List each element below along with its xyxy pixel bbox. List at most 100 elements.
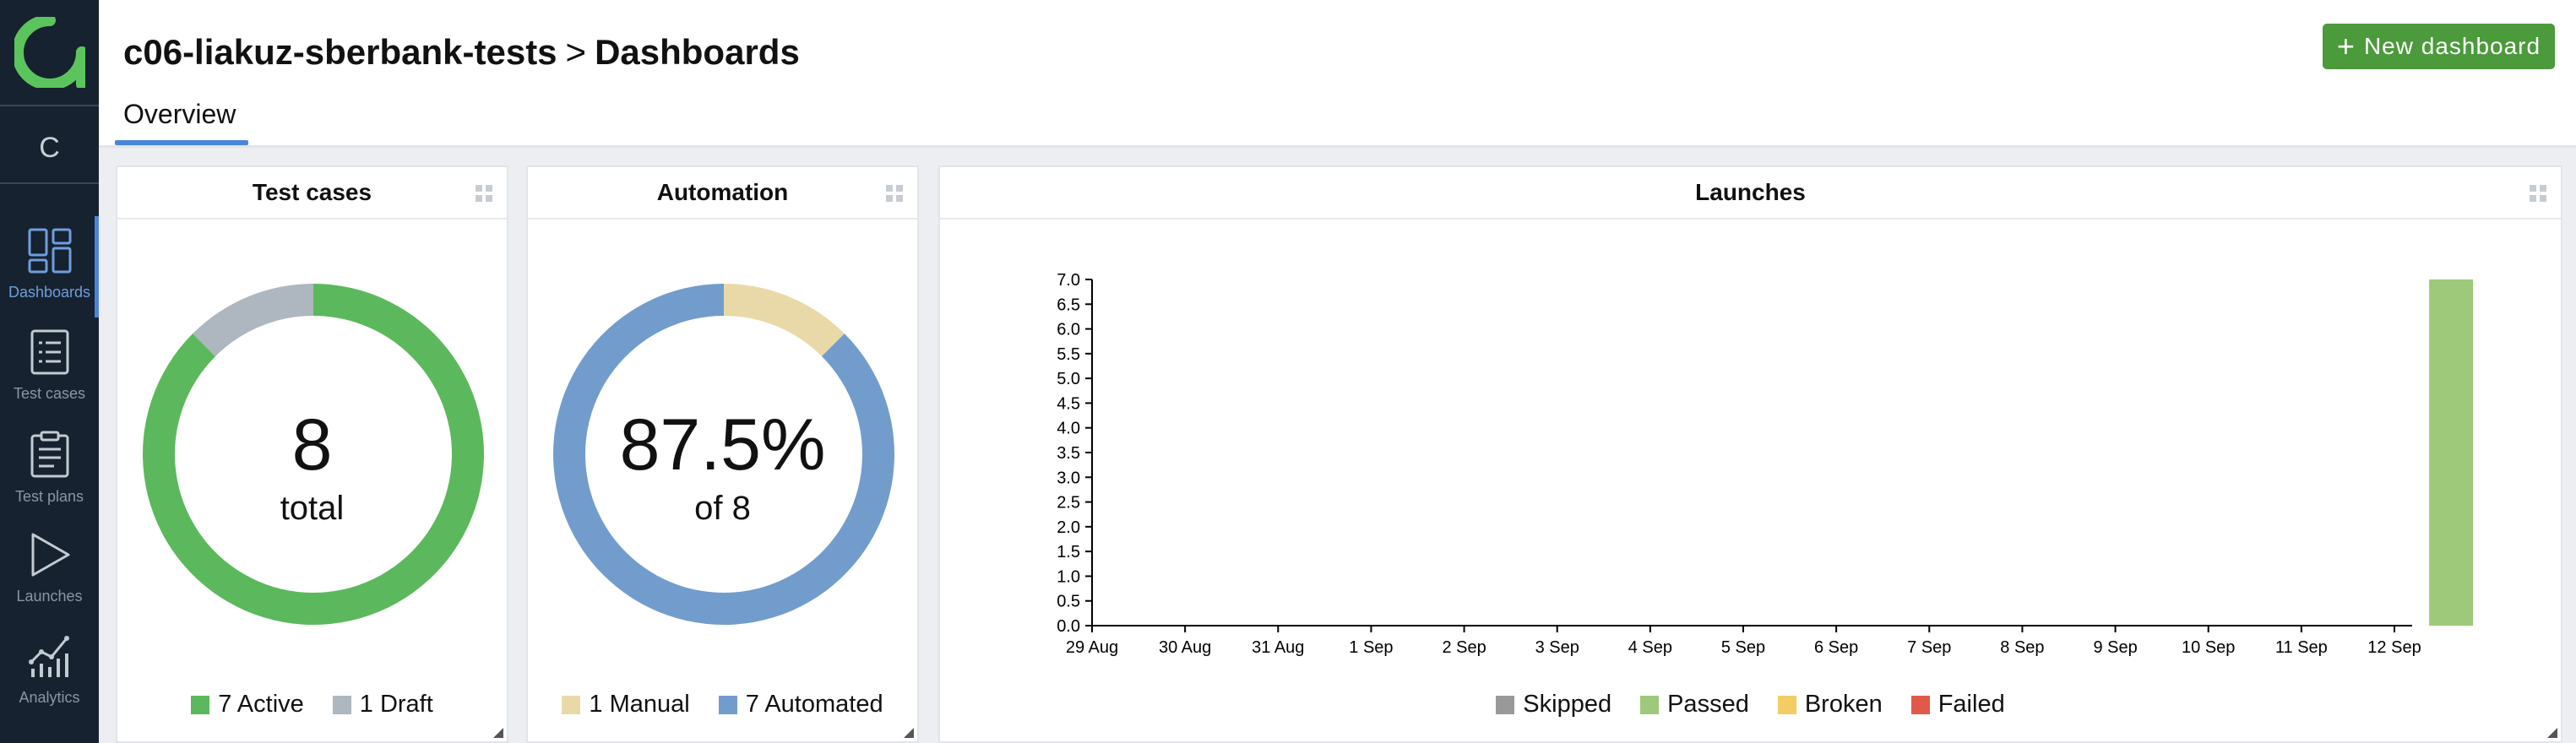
legend-label: Passed: [1667, 691, 1749, 718]
launches-icon: [31, 533, 69, 577]
y-tick-label: 5.0: [1057, 370, 1080, 388]
x-tick-label: 3 Sep: [1535, 638, 1579, 657]
widget-title: Automation: [528, 167, 917, 220]
y-tick-label: 0.0: [1057, 617, 1080, 636]
sidebar-item-test-cases[interactable]: Test cases: [0, 317, 99, 419]
sidebar-item-label: Test plans: [14, 488, 84, 505]
x-tick-label: 31 Aug: [1252, 638, 1304, 657]
y-tick-label: 1.0: [1057, 567, 1080, 586]
sidebar-item-label: Launches: [16, 588, 83, 605]
legend-item-passed[interactable]: Passed: [1640, 691, 1749, 719]
y-tick-label: 5.5: [1057, 345, 1080, 364]
sidebar-item-label: Dashboards: [8, 284, 91, 301]
dashboard-icon: [28, 228, 71, 274]
donut-slice-draft[interactable]: [193, 284, 313, 357]
y-tick-label: 4.0: [1057, 420, 1080, 438]
x-tick-label: 1 Sep: [1349, 638, 1393, 657]
donut-center-text: 87.5% of 8: [528, 409, 917, 528]
legend-swatch: [1640, 695, 1660, 714]
x-tick-label: 29 Aug: [1066, 638, 1118, 657]
legend-swatch: [1910, 695, 1930, 714]
legend-label: Broken: [1804, 691, 1883, 718]
donut-total-label: total: [280, 490, 345, 527]
resize-handle-icon[interactable]: [493, 728, 503, 738]
legend-item-manual[interactable]: 1 Manual: [562, 691, 690, 719]
y-tick-label: 2.5: [1057, 494, 1080, 513]
page-title: Dashboards: [595, 32, 800, 72]
bar-passed[interactable]: [2429, 279, 2474, 626]
logo[interactable]: [0, 0, 99, 105]
x-tick-label: 8 Sep: [2000, 638, 2044, 657]
legend-swatch: [191, 695, 210, 714]
new-dashboard-button[interactable]: + New dashboard: [2323, 24, 2555, 69]
legend-swatch: [718, 695, 737, 714]
test-cases-widget: Test cases 8 total 7 Active 1 Draft: [116, 165, 508, 743]
y-tick-label: 7.0: [1057, 271, 1080, 290]
chart-legend: Skipped Passed Broken Failed: [940, 691, 2561, 719]
y-tick-label: 1.5: [1057, 543, 1080, 561]
legend-swatch: [1777, 695, 1796, 714]
x-tick-label: 5 Sep: [1721, 638, 1765, 657]
drag-handle-icon[interactable]: [475, 184, 493, 203]
donut-slice-manual[interactable]: [724, 284, 845, 357]
widget-title: Launches: [940, 167, 2561, 220]
x-tick-label: 7 Sep: [1907, 638, 1951, 657]
new-dashboard-label: New dashboard: [2363, 33, 2541, 59]
test-plans-icon: [30, 431, 68, 478]
breadcrumb-project[interactable]: c06-liakuz-sberbank-tests: [123, 32, 557, 72]
legend-label: 1 Manual: [589, 691, 690, 718]
tab-overview[interactable]: Overview: [123, 99, 236, 138]
x-tick-label: 11 Sep: [2275, 638, 2328, 657]
sidebar-divider: [0, 182, 99, 184]
widget-title: Test cases: [117, 167, 507, 220]
y-tick-label: 2.0: [1057, 518, 1080, 537]
sidebar-item-label: Test cases: [13, 385, 86, 402]
project-switcher[interactable]: C: [0, 110, 99, 186]
legend-item-draft[interactable]: 1 Draft: [332, 691, 433, 719]
x-tick-label: 2 Sep: [1442, 638, 1486, 657]
x-tick-label: 12 Sep: [2367, 638, 2421, 657]
legend-label: 1 Draft: [359, 691, 433, 718]
y-tick-label: 3.5: [1057, 444, 1080, 463]
sidebar-item-dashboards[interactable]: Dashboards: [0, 216, 99, 317]
sidebar-item-analytics[interactable]: Analytics: [0, 621, 99, 723]
legend-swatch: [1496, 695, 1515, 714]
resize-handle-icon[interactable]: [904, 728, 914, 738]
resize-handle-icon[interactable]: [2547, 728, 2557, 738]
x-tick-label: 6 Sep: [1814, 638, 1858, 657]
legend-label: Failed: [1937, 691, 2005, 718]
x-tick-label: 9 Sep: [2093, 638, 2137, 657]
legend-item-skipped[interactable]: Skipped: [1496, 691, 1611, 719]
legend-item-active[interactable]: 7 Active: [191, 691, 304, 719]
x-tick-label: 4 Sep: [1628, 638, 1672, 657]
y-tick-label: 0.5: [1057, 593, 1080, 611]
sidebar: C Dashboards Test cases Test plans Launc…: [0, 0, 99, 743]
analytics-icon: [28, 636, 69, 677]
sidebar-item-test-plans[interactable]: Test plans: [0, 419, 99, 520]
page-header: c06-liakuz-sberbank-tests > Dashboards + N…: [99, 0, 2576, 148]
legend-item-automated[interactable]: 7 Automated: [718, 691, 883, 719]
breadcrumb-separator: >: [565, 32, 587, 72]
y-tick-label: 3.0: [1057, 469, 1080, 487]
sidebar-item-launches[interactable]: Launches: [0, 520, 99, 621]
donut-percent-value: 87.5%: [619, 404, 826, 485]
legend-swatch: [332, 695, 351, 714]
legend-label: Skipped: [1523, 691, 1612, 718]
sidebar-divider: [0, 105, 99, 106]
chart-legend: 7 Active 1 Draft: [117, 691, 507, 719]
drag-handle-icon[interactable]: [2529, 184, 2547, 203]
legend-swatch: [562, 695, 581, 714]
legend-item-failed[interactable]: Failed: [1910, 691, 2005, 719]
donut-percent-label: of 8: [694, 490, 751, 527]
y-tick-label: 4.5: [1057, 394, 1080, 413]
allure-logo-icon: [14, 17, 85, 88]
launches-bar-chart: 0.0 0.5 1.0 1.5 2.0 2.5 3.0 3.5 4.0 4.5 5.0 5.5 6.0 6…: [1057, 271, 2474, 657]
donut-total-value: 8: [291, 404, 333, 485]
tab-active-indicator: [115, 140, 248, 145]
x-tick-label: 10 Sep: [2182, 638, 2235, 657]
legend-item-broken[interactable]: Broken: [1777, 691, 1883, 719]
breadcrumb: c06-liakuz-sberbank-tests > Dashboards: [123, 32, 800, 73]
chart-legend: 1 Manual 7 Automated: [528, 691, 917, 719]
automation-widget: Automation 87.5% of 8 1 Manual 7 Automat…: [526, 165, 919, 743]
drag-handle-icon[interactable]: [885, 184, 904, 203]
